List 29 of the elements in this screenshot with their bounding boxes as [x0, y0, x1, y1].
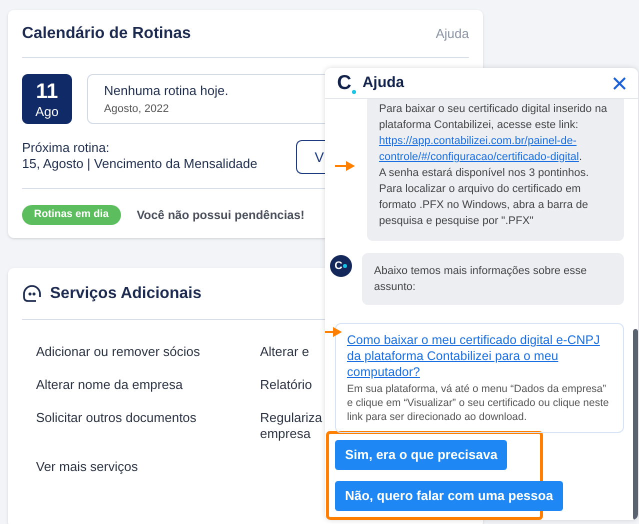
status-badge: Rotinas em dia: [22, 205, 121, 225]
card-title: Calendário de Rotinas: [22, 24, 191, 44]
service-link[interactable]: Adicionar ou remover sócios: [36, 344, 200, 360]
message-text: A senha estará disponível nos 3 pontinhos.: [379, 166, 590, 181]
arrow-icon: [325, 327, 342, 337]
service-link[interactable]: Relatório: [260, 377, 312, 393]
message-text: Para localizar o arquivo do certificado em formato .PFX no Windows, abra a barra de pesquisa e pesquise por ".PFX": [379, 182, 590, 229]
status-message: Você não possui pendências!: [136, 206, 305, 224]
close-icon[interactable]: [613, 76, 626, 90]
next-routine-label: Próxima rotina:: [22, 140, 110, 156]
next-routine-value: 15, Agosto | Vencimento da Mensalidade: [22, 156, 258, 172]
article-link[interactable]: Como baixar o meu certificado digital e-CNPJ da plataforma Contabilizei para o meu computador?: [347, 332, 612, 380]
article-description: Em sua plataforma, vá até o menu “Dados da empresa” e clique em “Visualizar” o seu certificado ou clique neste link para ser direcionado ao download.: [347, 382, 610, 424]
reply-button[interactable]: Não, quero falar com uma pessoa: [335, 481, 564, 511]
message-text: Abaixo temos mais informações sobre esse assunto:: [374, 264, 588, 295]
service-link[interactable]: Solicitar outros documentos: [36, 410, 196, 426]
service-link[interactable]: Alterar e: [260, 344, 310, 360]
bot-avatar: C: [330, 255, 352, 277]
certificate-link[interactable]: https://app.contabilizei.com.br/painel-de-: [379, 133, 576, 149]
panel-title: Ajuda: [362, 72, 404, 93]
link-suffix: .: [578, 150, 582, 165]
service-link[interactable]: Ver mais serviços: [36, 459, 138, 475]
arrow-icon: [335, 161, 355, 171]
date-badge: 11 Ago: [22, 74, 72, 124]
certificate-link[interactable]: controle/#/configuracao/certificado-digital: [379, 149, 579, 165]
service-link[interactable]: Regulariza empresa: [260, 410, 324, 442]
reply-button[interactable]: Sim, era o que precisava: [335, 440, 508, 470]
service-link[interactable]: Alterar nome da empresa: [36, 377, 183, 393]
card-title: Serviços Adicionais: [50, 284, 202, 304]
